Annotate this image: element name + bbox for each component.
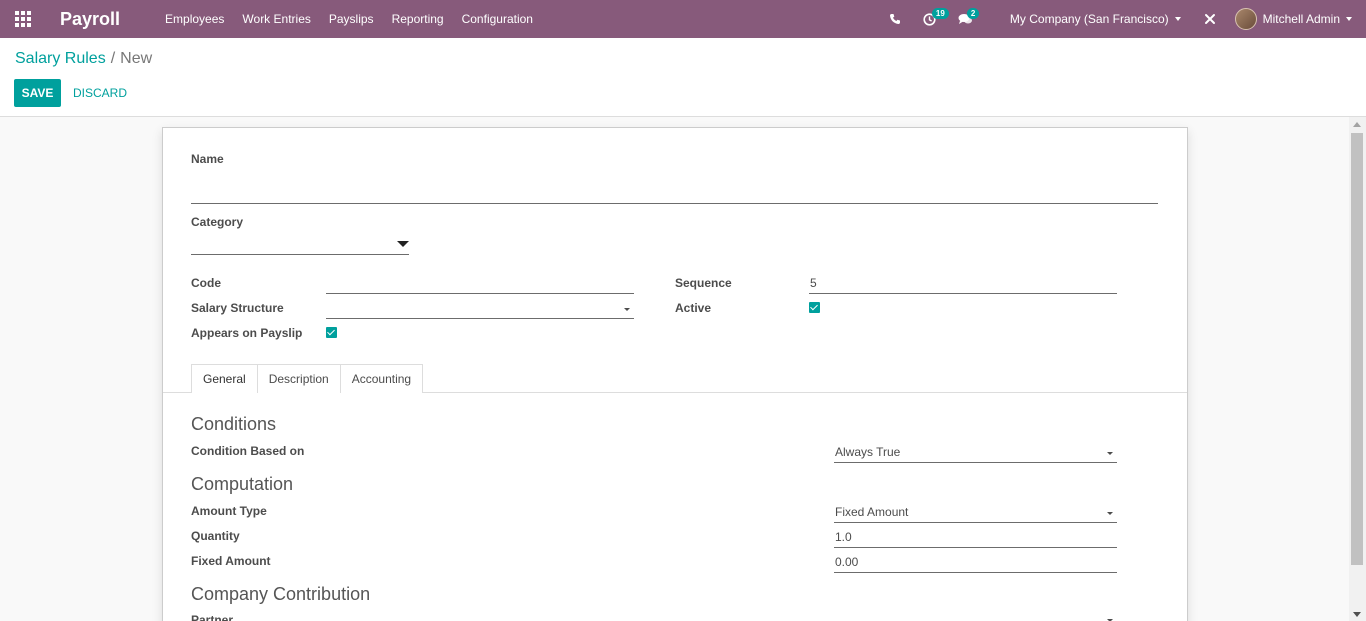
company-switcher[interactable]: My Company (San Francisco) xyxy=(998,12,1193,26)
menu-item-work-entries[interactable]: Work Entries xyxy=(233,0,319,38)
form-sheet: Name Category Code Salary Structure Appe… xyxy=(162,127,1188,621)
category-label: Category xyxy=(191,215,244,229)
sequence-input[interactable]: 5 xyxy=(809,274,1117,294)
amount-type-label: Amount Type xyxy=(191,504,267,518)
chevron-down-icon xyxy=(1107,512,1113,515)
fixed-amount-label: Fixed Amount xyxy=(191,554,271,568)
conditions-title: Conditions xyxy=(191,414,277,434)
active-label: Active xyxy=(675,301,712,315)
company-name: My Company (San Francisco) xyxy=(1009,12,1169,26)
navbar-systray: 19 2 My Company (San Francisco) Mitchell… xyxy=(878,0,1366,38)
debug-tools-icon[interactable] xyxy=(1193,0,1227,38)
save-button[interactable]: SAVE xyxy=(14,79,61,107)
fixed-amount-input[interactable]: 0.00 xyxy=(834,553,1117,573)
breadcrumb: Salary Rules / New xyxy=(15,50,152,68)
chevron-down-icon xyxy=(624,308,630,311)
partner-label: Partner xyxy=(191,613,234,621)
scroll-thumb[interactable] xyxy=(1351,133,1363,565)
app-name[interactable]: Payroll xyxy=(60,9,120,30)
apps-icon[interactable] xyxy=(0,0,46,38)
salary-structure-label: Salary Structure xyxy=(191,301,284,315)
condition-based-on-select[interactable]: Always True xyxy=(834,443,1117,463)
quantity-input[interactable]: 1.0 xyxy=(834,528,1117,548)
appears-on-payslip-label: Appears on Payslip xyxy=(191,326,303,340)
breadcrumb-current: New xyxy=(120,50,153,67)
chevron-down-icon xyxy=(1346,17,1352,21)
menu-item-employees[interactable]: Employees xyxy=(156,0,233,38)
avatar xyxy=(1234,8,1257,30)
chevron-down-icon xyxy=(1107,452,1113,455)
salary-structure-select[interactable] xyxy=(326,299,634,319)
code-label: Code xyxy=(191,276,221,290)
messages-badge: 2 xyxy=(966,8,980,19)
partner-select[interactable] xyxy=(834,610,1117,621)
notebook-tabs: General Description Accounting xyxy=(191,364,424,393)
breadcrumb-separator: / xyxy=(110,50,116,67)
chevron-down-icon xyxy=(1174,17,1181,21)
scroll-up-arrow-icon[interactable] xyxy=(1353,122,1361,127)
user-menu[interactable]: Mitchell Admin xyxy=(1227,8,1366,30)
menu-item-payslips[interactable]: Payslips xyxy=(320,0,383,38)
discard-button[interactable]: DISCARD xyxy=(73,79,127,107)
sequence-label: Sequence xyxy=(675,276,732,290)
phone-icon[interactable] xyxy=(878,0,912,38)
company-contribution-title: Company Contribution xyxy=(191,584,371,604)
control-panel: Salary Rules / New SAVE DISCARD xyxy=(0,38,1366,117)
top-navbar: Payroll Employees Work Entries Payslips … xyxy=(0,0,1366,38)
tab-general[interactable]: General xyxy=(191,364,258,393)
appears-on-payslip-checkbox[interactable] xyxy=(326,327,337,338)
name-label: Name xyxy=(191,152,224,166)
tab-description[interactable]: Description xyxy=(256,364,341,393)
code-input[interactable] xyxy=(326,274,634,294)
page-scrollbar[interactable] xyxy=(1349,117,1366,621)
chat-icon[interactable]: 2 xyxy=(947,0,984,38)
active-checkbox[interactable] xyxy=(809,302,820,313)
menu-item-reporting[interactable]: Reporting xyxy=(383,0,453,38)
breadcrumb-parent[interactable]: Salary Rules xyxy=(15,50,106,67)
menu-item-configuration[interactable]: Configuration xyxy=(453,0,542,38)
amount-type-select[interactable]: Fixed Amount xyxy=(834,503,1117,523)
tab-accounting[interactable]: Accounting xyxy=(339,364,424,393)
scroll-down-arrow-icon[interactable] xyxy=(1353,612,1361,617)
main-menu: Employees Work Entries Payslips Reportin… xyxy=(156,0,542,38)
user-name: Mitchell Admin xyxy=(1262,12,1340,26)
category-select[interactable] xyxy=(191,235,409,255)
quantity-label: Quantity xyxy=(191,529,240,543)
chevron-down-icon xyxy=(397,241,409,247)
name-input[interactable] xyxy=(191,184,1158,204)
condition-based-on-label: Condition Based on xyxy=(191,444,305,458)
computation-title: Computation xyxy=(191,474,294,494)
activity-clock-icon[interactable]: 19 xyxy=(912,0,949,38)
